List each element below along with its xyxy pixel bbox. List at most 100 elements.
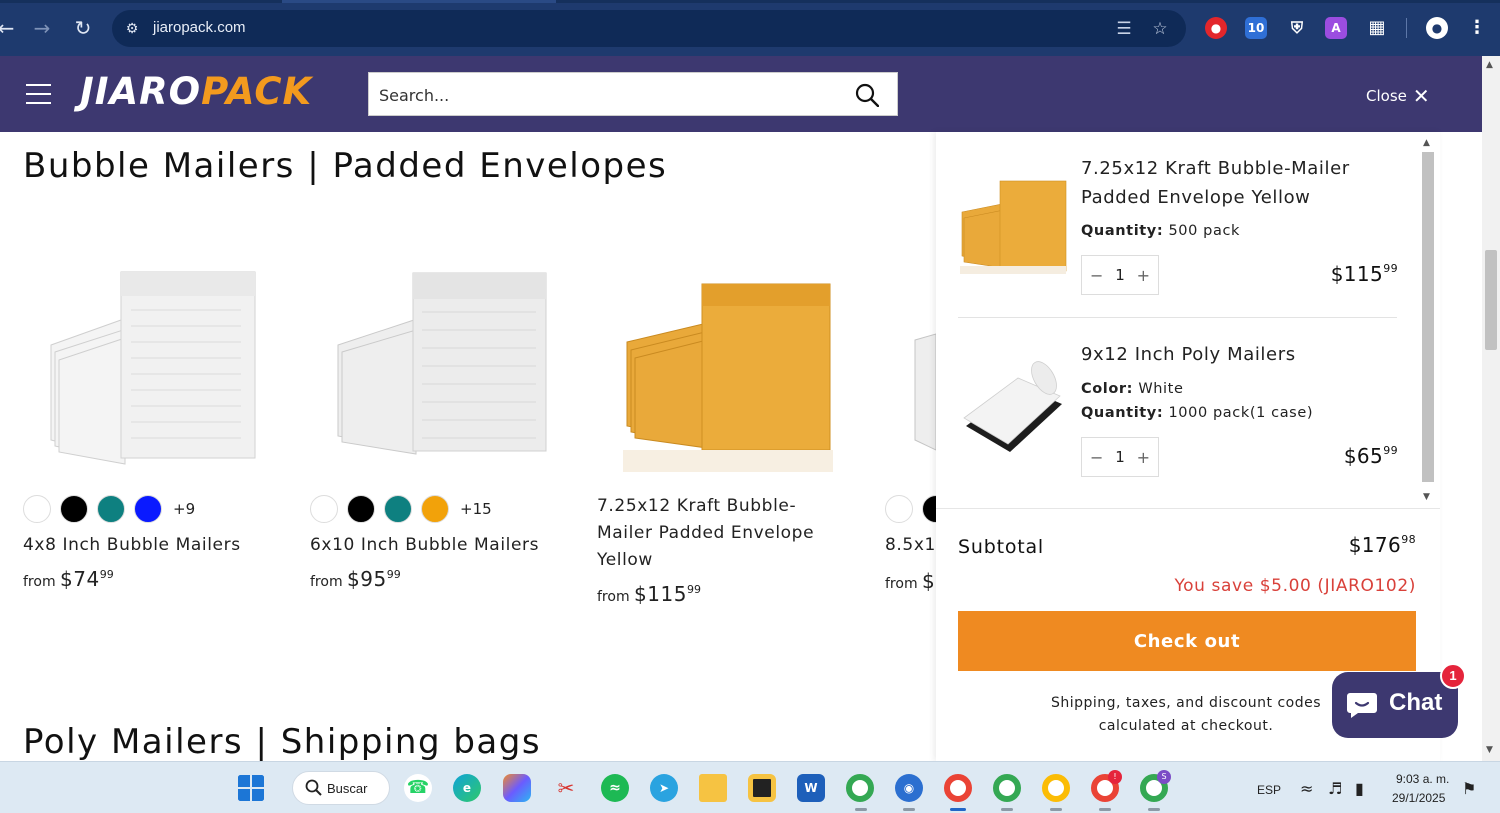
extension-red-icon[interactable]: ●: [1205, 17, 1227, 39]
subtotal-label: Subtotal: [958, 536, 1045, 558]
cart-item-image-poly-mailer[interactable]: [958, 348, 1068, 458]
taskbar-search[interactable]: Buscar: [292, 771, 390, 805]
running-indicator: [855, 808, 867, 811]
checkout-button[interactable]: Check out: [958, 611, 1416, 671]
puzzle-extensions-icon[interactable]: ▦: [1366, 17, 1388, 39]
cart-item-name[interactable]: 7.25x12 Kraft Bubble-Mailer Padded Envel…: [1081, 154, 1371, 212]
quantity-stepper[interactable]: − 1 +: [1081, 255, 1159, 295]
quantity-value[interactable]: 1: [1115, 266, 1125, 284]
chat-button[interactable]: Chat: [1332, 672, 1458, 738]
profile-avatar-icon[interactable]: ●: [1426, 17, 1448, 39]
cart-item-image-kraft[interactable]: [958, 164, 1068, 274]
back-button[interactable]: ←: [0, 14, 20, 42]
menu-kebab-icon[interactable]: ⋮: [1466, 17, 1488, 39]
product-image-white-bubble-mailer[interactable]: [23, 240, 285, 480]
swatch-white[interactable]: [310, 495, 338, 523]
decrease-quantity-icon[interactable]: −: [1090, 266, 1103, 285]
page-scrollbar[interactable]: ▲ ▼: [1482, 56, 1500, 761]
chrome-profile-icon[interactable]: [1042, 774, 1070, 802]
whatsapp-icon[interactable]: ☎: [404, 774, 432, 802]
price-prefix: from: [23, 574, 56, 590]
forward-button[interactable]: →: [28, 14, 56, 42]
swatch-white[interactable]: [885, 495, 913, 523]
edge-icon[interactable]: e: [453, 774, 481, 802]
product-title[interactable]: 4x8 Inch Bubble Mailers: [23, 532, 241, 559]
scroll-up-arrow-icon[interactable]: ▲: [1486, 60, 1493, 70]
chat-bubble-icon: [1347, 693, 1377, 718]
swatch-black[interactable]: [60, 495, 88, 523]
windows-start-icon[interactable]: [237, 774, 265, 802]
telegram-icon[interactable]: ➤: [650, 774, 678, 802]
color-swatches: [885, 495, 936, 523]
chrome-active-icon[interactable]: [944, 774, 972, 802]
swatch-black[interactable]: [922, 495, 936, 523]
reload-button[interactable]: ↻: [69, 14, 97, 42]
notification-bell-icon[interactable]: ⚑: [1462, 779, 1476, 798]
cart-scroll-thumb[interactable]: [1422, 152, 1434, 482]
clock-date[interactable]: 29/1/2025: [1392, 791, 1445, 805]
product-price: from $9599: [310, 567, 401, 591]
site-header: JIAROPACK Close ✕: [0, 56, 1482, 132]
copilot-icon[interactable]: [503, 774, 531, 802]
word-icon[interactable]: W: [797, 774, 825, 802]
product-title[interactable]: 8.5x1: [885, 532, 936, 559]
close-cart-button[interactable]: Close ✕: [1366, 84, 1430, 108]
battery-icon[interactable]: ▮: [1355, 779, 1364, 798]
swatch-black[interactable]: [347, 495, 375, 523]
extension-a-icon[interactable]: A: [1325, 17, 1347, 39]
more-swatches-count[interactable]: +9: [173, 500, 195, 518]
product-image-kraft-yellow-mailer[interactable]: [597, 240, 859, 480]
product-title[interactable]: 7.25x12 Kraft Bubble-Mailer Padded Envel…: [597, 493, 827, 574]
clock-time[interactable]: 9:03 a. m.: [1396, 772, 1449, 786]
product-image-partial[interactable]: [885, 240, 936, 480]
input-language[interactable]: ESP: [1257, 783, 1281, 797]
product-price: from $11599: [597, 582, 701, 606]
translate-icon[interactable]: ☰: [1113, 18, 1135, 40]
site-logo[interactable]: JIAROPACK: [80, 70, 312, 113]
cart-item-name[interactable]: 9x12 Inch Poly Mailers: [1081, 340, 1371, 369]
hamburger-menu-icon[interactable]: [26, 84, 51, 104]
spotify-icon[interactable]: ≈: [601, 774, 629, 802]
increase-quantity-icon[interactable]: +: [1137, 266, 1150, 285]
bookmark-star-icon[interactable]: ☆: [1149, 18, 1171, 40]
decrease-quantity-icon[interactable]: −: [1090, 448, 1103, 467]
swatch-teal[interactable]: [97, 495, 125, 523]
swatch-orange[interactable]: [421, 495, 449, 523]
increase-quantity-icon[interactable]: +: [1137, 448, 1150, 467]
product-card[interactable]: 8.5x1 from $: [885, 240, 936, 600]
search-input[interactable]: [379, 82, 839, 108]
browser-app-icon[interactable]: ◉: [895, 774, 923, 802]
cart-scrollbar[interactable]: ▲ ▼: [1420, 136, 1436, 508]
more-swatches-count[interactable]: +15: [460, 500, 492, 518]
extension-calendar-icon[interactable]: 10: [1245, 17, 1267, 39]
chrome-profile-icon[interactable]: [846, 774, 874, 802]
price-whole: $95: [347, 567, 387, 591]
file-explorer-icon[interactable]: [699, 774, 727, 802]
toolbar-divider: [1406, 18, 1407, 38]
sticky-notes-icon[interactable]: [748, 774, 776, 802]
address-bar[interactable]: ⚙ jiaropack.com ☰ ☆: [112, 10, 1186, 47]
windows-taskbar: Buscar ☎ e ✂ ≈ ➤ W ◉ ! S ESP ≈ ♬ ▮ 9:03 …: [0, 761, 1500, 813]
chrome-profile-icon[interactable]: [993, 774, 1021, 802]
price-whole: $115: [1330, 262, 1384, 286]
page-scroll-thumb[interactable]: [1485, 250, 1497, 350]
swatch-teal[interactable]: [384, 495, 412, 523]
scroll-down-arrow-icon[interactable]: ▼: [1423, 492, 1430, 502]
option-value: 500 pack: [1168, 223, 1241, 239]
snipping-tool-icon[interactable]: ✂: [552, 774, 580, 802]
wifi-icon[interactable]: ≈: [1300, 779, 1313, 798]
volume-icon[interactable]: ♬: [1328, 779, 1342, 798]
product-title[interactable]: 6x10 Inch Bubble Mailers: [310, 532, 539, 559]
swatch-white[interactable]: [23, 495, 51, 523]
product-image-white-bubble-mailer-6x10[interactable]: [310, 240, 572, 480]
quantity-value[interactable]: 1: [1115, 448, 1125, 466]
scroll-up-arrow-icon[interactable]: ▲: [1423, 138, 1430, 148]
search-icon[interactable]: [855, 83, 879, 107]
scroll-down-arrow-icon[interactable]: ▼: [1486, 745, 1493, 755]
quantity-stepper[interactable]: − 1 +: [1081, 437, 1159, 477]
site-settings-icon[interactable]: ⚙: [122, 19, 142, 39]
swatch-blue[interactable]: [134, 495, 162, 523]
shield-extension-icon[interactable]: ⛨: [1286, 17, 1308, 39]
url-text[interactable]: jiaropack.com: [153, 19, 246, 36]
active-tab[interactable]: [282, 0, 556, 3]
